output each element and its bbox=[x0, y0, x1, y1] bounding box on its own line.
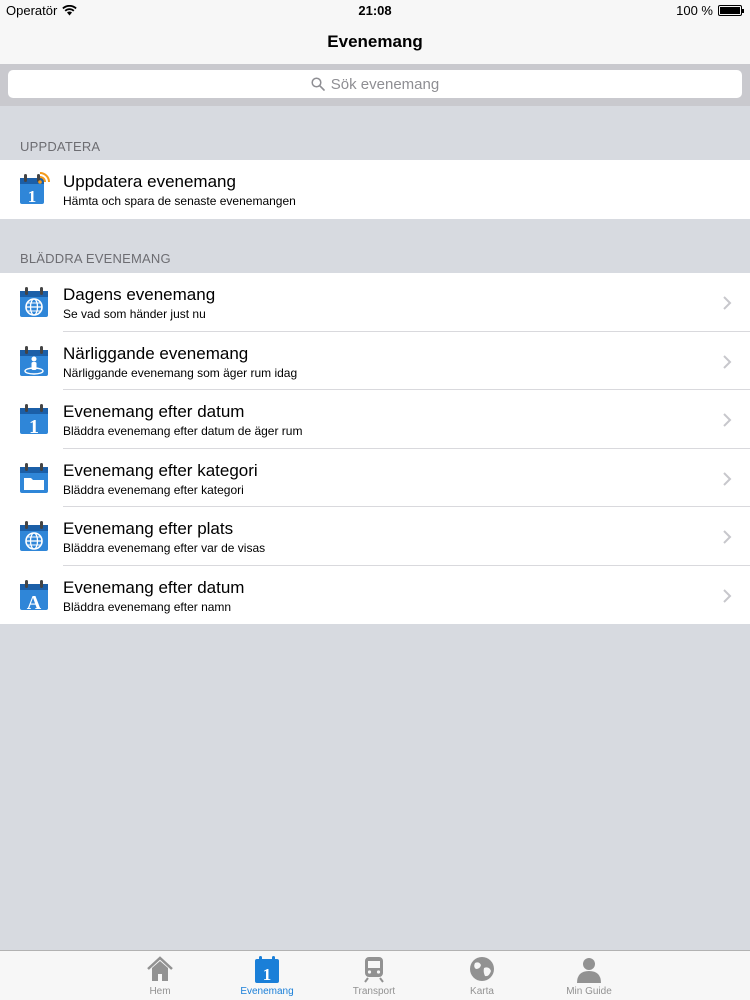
item-title: Närliggande evenemang bbox=[63, 343, 249, 363]
item-text: Evenemang efter kategori Bläddra evenema… bbox=[63, 461, 258, 498]
navigation-bar: Evenemang bbox=[0, 20, 750, 64]
item-title: Evenemang efter datum bbox=[63, 402, 245, 421]
svg-text:1: 1 bbox=[263, 965, 272, 984]
item-subtitle: Bläddra evenemang efter namn bbox=[63, 599, 232, 614]
person-icon bbox=[577, 958, 601, 983]
train-icon bbox=[364, 957, 384, 983]
tab-label: Karta bbox=[470, 986, 494, 997]
calendar-icon: 1 bbox=[255, 956, 279, 984]
page-title: Evenemang bbox=[327, 32, 423, 51]
calendar-person-icon bbox=[20, 345, 48, 376]
tab-map[interactable]: Karta bbox=[437, 954, 527, 997]
item-subtitle: Bläddra evenemang efter kategori bbox=[63, 482, 244, 497]
battery-icon bbox=[718, 5, 744, 16]
item-text: Uppdatera evenemang Hämta och spara de s… bbox=[63, 172, 296, 209]
tab-my-guide[interactable]: Min Guide bbox=[544, 954, 634, 997]
status-right: 100 % bbox=[676, 3, 744, 18]
battery-percentage: 100 % bbox=[676, 3, 713, 18]
tab-label: Min Guide bbox=[566, 986, 612, 997]
item-subtitle: Bläddra evenemang efter datum de äger ru… bbox=[63, 424, 303, 438]
list-item-events-by-place[interactable]: Evenemang efter plats Bläddra evenemang … bbox=[0, 507, 750, 566]
calendar-globe-icon bbox=[20, 287, 48, 317]
item-subtitle: Närliggande evenemang som äger rum idag bbox=[63, 365, 298, 380]
svg-text:1: 1 bbox=[28, 187, 37, 206]
item-title: Uppdatera evenemang bbox=[63, 172, 236, 191]
browse-group: Dagens evenemang Se vad som händer just … bbox=[0, 273, 750, 624]
item-text: Evenemang efter datum Bläddra evenemang … bbox=[63, 578, 244, 615]
list-item-todays-events[interactable]: Dagens evenemang Se vad som händer just … bbox=[0, 273, 750, 332]
search-icon bbox=[311, 77, 325, 91]
item-text: Närliggande evenemang Närliggande evenem… bbox=[63, 344, 297, 381]
list-item-events-by-category[interactable]: Evenemang efter kategori Bläddra evenema… bbox=[0, 449, 750, 507]
calendar-letter-a-icon: A bbox=[20, 579, 48, 612]
calendar-one-icon: 1 bbox=[20, 404, 48, 436]
section-header-update: UPPDATERA bbox=[20, 139, 101, 154]
chevron-right-icon bbox=[723, 530, 732, 544]
calendar-rss-icon: 1 bbox=[20, 172, 50, 206]
chevron-right-icon bbox=[723, 354, 732, 369]
item-title: Evenemang efter datum bbox=[63, 577, 245, 597]
chevron-right-icon bbox=[723, 413, 732, 427]
svg-text:A: A bbox=[27, 592, 42, 612]
tab-home[interactable]: Hem bbox=[115, 954, 205, 997]
tab-label: Hem bbox=[149, 986, 171, 997]
item-title: Evenemang efter plats bbox=[63, 519, 234, 538]
list-item-events-by-name[interactable]: A Evenemang efter datum Bläddra eveneman… bbox=[0, 566, 750, 625]
search-bar: Sök evenemang bbox=[0, 64, 750, 106]
update-group: 1 Uppdatera evenemang Hämta och spara de… bbox=[0, 160, 750, 219]
clock: 21:08 bbox=[358, 3, 392, 18]
item-title: Dagens evenemang bbox=[63, 285, 216, 304]
item-text: Dagens evenemang Se vad som händer just … bbox=[63, 285, 215, 322]
search-input[interactable]: Sök evenemang bbox=[8, 70, 742, 98]
item-text: Evenemang efter datum Bläddra evenemang … bbox=[63, 402, 302, 439]
tab-bar: Hem 1 Evenemang Transport Karta Min Guid… bbox=[0, 950, 750, 1000]
chevron-right-icon bbox=[723, 296, 732, 310]
tab-transport[interactable]: Transport bbox=[329, 954, 419, 997]
item-subtitle: Se vad som händer just nu bbox=[63, 307, 206, 321]
home-icon bbox=[147, 956, 173, 981]
tab-label: Transport bbox=[352, 986, 396, 997]
item-subtitle: Hämta och spara de senaste evenemangen bbox=[63, 194, 296, 208]
status-bar: Operatör 21:08 100 % bbox=[0, 0, 750, 20]
svg-text:1: 1 bbox=[29, 416, 39, 436]
item-subtitle: Bläddra evenemang efter var de visas bbox=[63, 541, 266, 555]
chevron-right-icon bbox=[723, 588, 732, 603]
list-item-events-by-date[interactable]: 1 Evenemang efter datum Bläddra eveneman… bbox=[0, 390, 750, 449]
list-item-update-events[interactable]: 1 Uppdatera evenemang Hämta och spara de… bbox=[0, 160, 750, 219]
search-placeholder: Sök evenemang bbox=[330, 75, 440, 93]
list-item-nearby-events[interactable]: Närliggande evenemang Närliggande evenem… bbox=[0, 332, 750, 390]
tab-events[interactable]: 1 Evenemang bbox=[222, 954, 312, 997]
globe-icon bbox=[470, 957, 494, 981]
section-header-browse: BLÄDDRA EVENEMANG bbox=[20, 251, 171, 266]
item-title: Evenemang efter kategori bbox=[63, 460, 258, 480]
tab-label: Evenemang bbox=[240, 986, 294, 997]
calendar-folder-icon bbox=[20, 462, 48, 493]
chevron-right-icon bbox=[723, 471, 732, 486]
item-text: Evenemang efter plats Bläddra evenemang … bbox=[63, 519, 265, 556]
calendar-globe-icon bbox=[20, 521, 48, 551]
